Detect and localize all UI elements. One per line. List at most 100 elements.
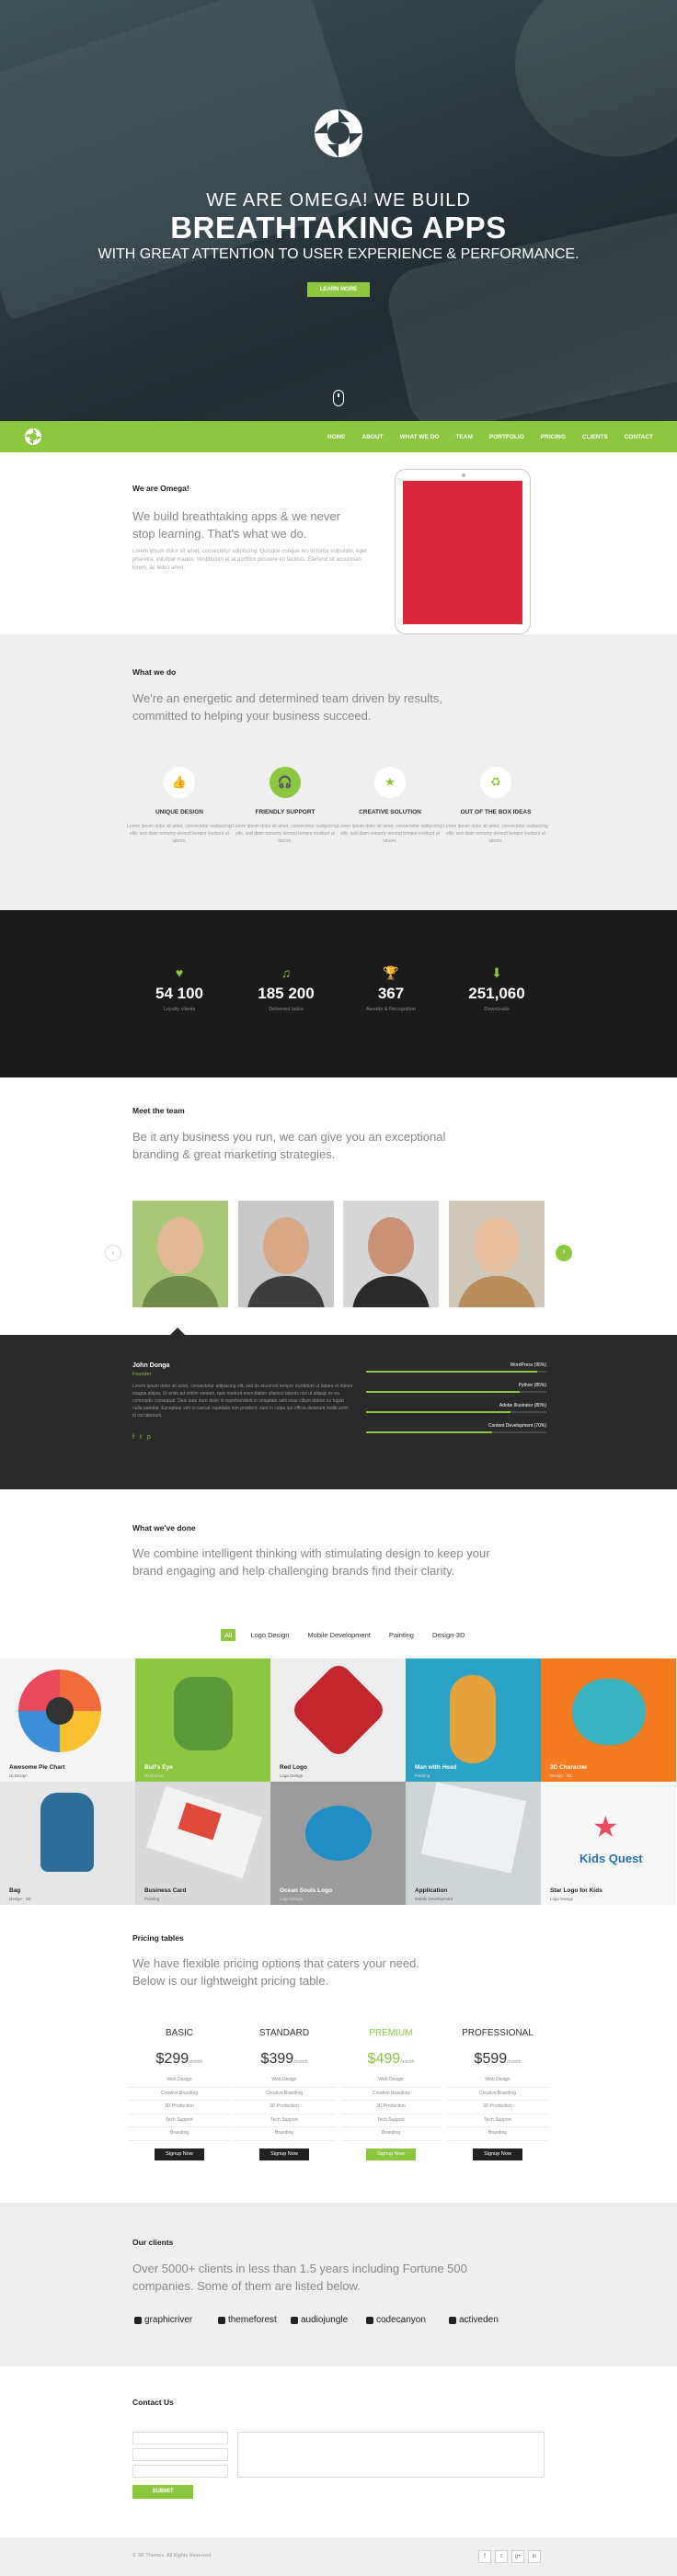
skill-bar: Python (85%) (366, 1383, 546, 1393)
team-member-photo[interactable] (449, 1201, 545, 1307)
portfolio-category: UI Design (9, 1773, 28, 1778)
nav-portfolio[interactable]: PORTFOLIO (489, 434, 524, 440)
plan-feature: Creative Branding (447, 2088, 548, 2101)
feature-title: UNIQUE DESIGN (155, 809, 203, 815)
pie-chart-icon (18, 1670, 101, 1752)
plan-feature: Branding (234, 2127, 335, 2141)
portfolio-category: Painting (144, 1897, 160, 1901)
stat-value: 251,060 (468, 985, 525, 1002)
nav-team[interactable]: TEAM (455, 434, 472, 440)
plan-feature: Tech Support (234, 2114, 335, 2127)
twitter-icon[interactable]: t (140, 1434, 142, 1441)
team-member-photo[interactable] (343, 1201, 439, 1307)
what-we-do-section: What we do We're an energetic and determ… (0, 634, 677, 910)
portfolio-category: Painting (415, 1773, 430, 1778)
pinterest-icon[interactable]: p (147, 1434, 151, 1441)
hero-title: BREATHTAKING APPS (170, 211, 507, 245)
filter-all[interactable]: All (221, 1629, 236, 1641)
portfolio-item[interactable]: Application Mobile Development (406, 1782, 541, 1905)
portfolio-title: Man with Head (415, 1764, 457, 1771)
plan-name: STANDARD (258, 2028, 310, 2038)
facebook-icon[interactable]: f (132, 1434, 134, 1441)
client-logo-codecanyon[interactable]: codecanyon (366, 2315, 426, 2325)
hero-tagline: WITH GREAT ATTENTION TO USER EXPERIENCE … (98, 246, 579, 262)
portfolio-item[interactable]: Bull's Eye Illustration (135, 1658, 270, 1782)
portfolio-item[interactable]: Bag Design - 3D (0, 1782, 135, 1905)
nav-contact[interactable]: CONTACT (625, 434, 653, 440)
facebook-icon[interactable]: f (478, 2550, 491, 2563)
feature-creative-solution: ★ CREATIVE SOLUTION Lorem ipsum dolor si… (335, 767, 445, 845)
team-member-photo[interactable] (238, 1201, 334, 1307)
feature-friendly-support: 🎧 FRIENDLY SUPPORT Lorem ipsum dolor sit… (230, 767, 340, 845)
client-logo-audiojungle[interactable]: audiojungle (291, 2315, 348, 2325)
plan-feature: 3D Production (129, 2101, 230, 2114)
plan-name: PREMIUM (369, 2028, 413, 2038)
thumbs-up-icon: 👍 (164, 767, 195, 798)
portfolio-item[interactable]: 3D Character Design - 3D (541, 1658, 676, 1782)
signup-button[interactable]: Signup Now (473, 2148, 522, 2160)
signup-button[interactable]: Signup Now (259, 2148, 309, 2160)
client-logo-activeden[interactable]: activeden (449, 2315, 499, 2325)
feature-out-of-box-ideas: ♻ OUT OF THE BOX IDEAS Lorem ipsum dolor… (441, 767, 551, 845)
team-lead: Be it any business you run, we can give … (132, 1130, 446, 1161)
prev-arrow-icon[interactable]: ‹ (105, 1245, 121, 1261)
portfolio-title: Application (415, 1887, 448, 1894)
learn-more-button[interactable]: LEARN MORE (307, 282, 370, 297)
next-arrow-icon[interactable]: › (556, 1245, 572, 1261)
plan-price: $299 (155, 2051, 189, 2067)
footer: © SK Themes. All Rights Reserved. f t g+… (0, 2537, 677, 2576)
signup-button[interactable]: Signup Now (366, 2148, 416, 2160)
email-field[interactable] (132, 2448, 228, 2461)
portfolio-item[interactable]: Ocean Souls Logo Logo Design (270, 1782, 406, 1905)
audiojungle-icon (291, 2316, 298, 2324)
skill-fill (366, 1371, 538, 1373)
portfolio-item[interactable]: Awesome Pie Chart UI Design (0, 1658, 135, 1782)
stat-clients: ♥ 54 100 Loyalty clients (129, 965, 230, 1012)
portfolio-title: Awesome Pie Chart (9, 1764, 65, 1771)
client-logo-graphicriver[interactable]: graphicriver (134, 2315, 192, 2325)
stat-value: 54 100 (155, 985, 203, 1002)
twitter-icon[interactable]: t (495, 2550, 508, 2563)
member-role: Founder (132, 1372, 152, 1377)
member-bio: Lorem ipsum dolor sit amet, consectetur … (132, 1384, 353, 1419)
portfolio-item[interactable]: ★ Kids Quest Star Logo for Kids Logo Des… (541, 1782, 676, 1905)
plan-feature: Web Design (234, 2074, 335, 2088)
nav-pricing[interactable]: PRICING (541, 434, 566, 440)
nav-clients[interactable]: CLIENTS (582, 434, 608, 440)
portfolio-category: Logo Design (550, 1897, 574, 1901)
application-screen (420, 1782, 527, 1874)
subject-field[interactable] (132, 2465, 228, 2478)
nav-home[interactable]: HOME (327, 434, 346, 440)
portfolio-category: Logo Design (280, 1773, 304, 1778)
filter-painting[interactable]: Painting (385, 1629, 418, 1641)
team-member-photo[interactable] (132, 1201, 228, 1307)
logo-icon[interactable] (24, 427, 42, 446)
portfolio-title: 3D Character (550, 1764, 588, 1771)
member-name: John Donga (132, 1362, 170, 1369)
submit-button[interactable]: SUBMIT (132, 2485, 193, 2499)
signup-button[interactable]: Signup Now (155, 2148, 204, 2160)
what-we-do-lead: We're an energetic and determined team d… (132, 691, 442, 723)
plan-period: /month (400, 2059, 415, 2065)
portfolio-item[interactable]: Man with Head Painting (406, 1658, 541, 1782)
filter-mobile-development[interactable]: Mobile Development (304, 1629, 373, 1641)
nav-what-we-do[interactable]: WHAT WE DO (400, 434, 440, 440)
linkedin-icon[interactable]: in (528, 2550, 541, 2563)
stat-label: Awards & Recognition (365, 1007, 416, 1012)
portfolio-item[interactable]: Business Card Painting (135, 1782, 270, 1905)
client-logo-themeforest[interactable]: themeforest (218, 2315, 277, 2325)
portfolio-item[interactable]: Red Logo Logo Design (270, 1658, 406, 1782)
message-field[interactable] (237, 2432, 545, 2478)
skill-label: Adobe Illustrator (80%) (499, 1403, 546, 1408)
google-plus-icon[interactable]: g+ (511, 2550, 524, 2563)
filter-logo-design[interactable]: Logo Design (247, 1629, 293, 1641)
themeforest-icon (218, 2316, 225, 2324)
plan-name: PROFESSIONAL (462, 2028, 534, 2038)
kids-quest-wordmark: Kids Quest (579, 1852, 643, 1865)
name-field[interactable] (132, 2432, 228, 2445)
mouse-icon[interactable] (333, 390, 344, 406)
what-we-do-label: What we do (132, 667, 177, 677)
filter-design-3d[interactable]: Design-3D (429, 1629, 468, 1641)
nav-about[interactable]: ABOUT (362, 434, 384, 440)
plan-period: /month (293, 2059, 308, 2065)
